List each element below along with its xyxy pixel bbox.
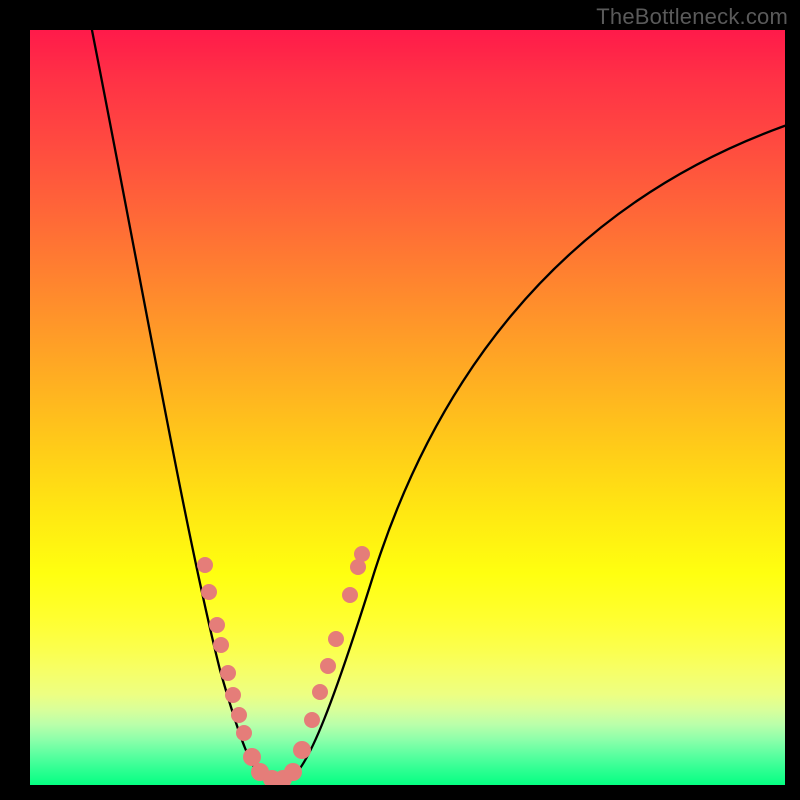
scatter-dot xyxy=(197,557,213,573)
scatter-dot xyxy=(231,707,247,723)
scatter-dot xyxy=(354,546,370,562)
scatter-dot xyxy=(220,665,236,681)
scatter-dot xyxy=(225,687,241,703)
watermark-text: TheBottleneck.com xyxy=(596,4,788,30)
scatter-dot xyxy=(312,684,328,700)
scatter-dot xyxy=(201,584,217,600)
scatter-dot xyxy=(236,725,252,741)
scatter-dot xyxy=(213,637,229,653)
scatter-dot xyxy=(304,712,320,728)
curve-svg xyxy=(30,30,785,785)
scatter-dot xyxy=(284,763,302,781)
curve-left-arm xyxy=(90,30,264,778)
scatter-dot xyxy=(320,658,336,674)
curve-right-arm xyxy=(290,124,785,778)
scatter-dot xyxy=(293,741,311,759)
scatter-dot xyxy=(342,587,358,603)
chart-plot-area xyxy=(30,30,785,785)
scatter-dot xyxy=(209,617,225,633)
scatter-dot xyxy=(328,631,344,647)
